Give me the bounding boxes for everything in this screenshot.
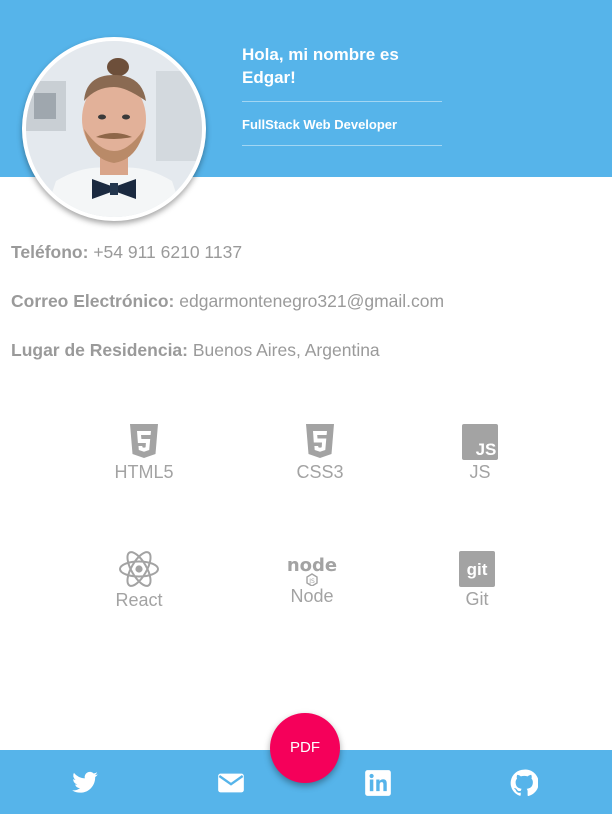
skill-name: Node [290, 586, 334, 606]
svg-text:git: git [467, 560, 488, 579]
role-text: FullStack Web Developer [242, 101, 442, 146]
greeting-text: Hola, mi nombre es Edgar! [242, 45, 399, 87]
phone-label: Teléfono: [11, 242, 89, 262]
skill-name: HTML5 [114, 462, 174, 482]
github-icon[interactable] [510, 769, 538, 797]
skill-name: React [115, 590, 163, 610]
skill-name: JS [469, 462, 491, 482]
avatar [22, 37, 206, 221]
residence-row: Lugar de Residencia: Buenos Aires, Argen… [11, 339, 444, 388]
skill-css3: CSS3 [260, 424, 380, 483]
git-icon: git [459, 551, 495, 587]
phone-value: +54 911 6210 1137 [93, 242, 243, 262]
skill-name: Git [465, 589, 489, 609]
js-icon: JS [462, 424, 498, 460]
svg-text:node: node [287, 555, 337, 576]
skill-js: JS JS [420, 424, 540, 483]
svg-text:JS: JS [476, 440, 497, 459]
css3-icon [306, 424, 334, 458]
html5-icon [130, 424, 158, 458]
residence-label: Lugar de Residencia: [11, 340, 188, 360]
residence-value: Buenos Aires, Argentina [192, 340, 380, 360]
skill-react: React [79, 550, 199, 611]
skill-git: git Git [417, 551, 537, 610]
twitter-icon[interactable] [71, 769, 99, 797]
phone-row: Teléfono: +54 911 6210 1137 [11, 241, 444, 290]
intro: Hola, mi nombre es Edgar! FullStack Web … [242, 43, 442, 146]
skill-html5: HTML5 [84, 424, 204, 483]
svg-text:JS: JS [308, 578, 315, 585]
email-value: edgarmontenegro321@gmail.com [179, 291, 445, 311]
contact-info: Teléfono: +54 911 6210 1137 Correo Elect… [11, 241, 444, 388]
react-icon [119, 551, 159, 587]
skill-name: CSS3 [296, 462, 344, 482]
mail-icon[interactable] [217, 769, 245, 797]
pdf-button[interactable]: PDF [270, 713, 340, 783]
email-label: Correo Electrónico: [11, 291, 175, 311]
email-row: Correo Electrónico: edgarmontenegro321@g… [11, 290, 444, 339]
node-icon: node JS [287, 555, 337, 586]
profile-photo [26, 41, 202, 217]
linkedin-icon[interactable] [364, 769, 392, 797]
skill-node: node JS Node [252, 552, 372, 607]
